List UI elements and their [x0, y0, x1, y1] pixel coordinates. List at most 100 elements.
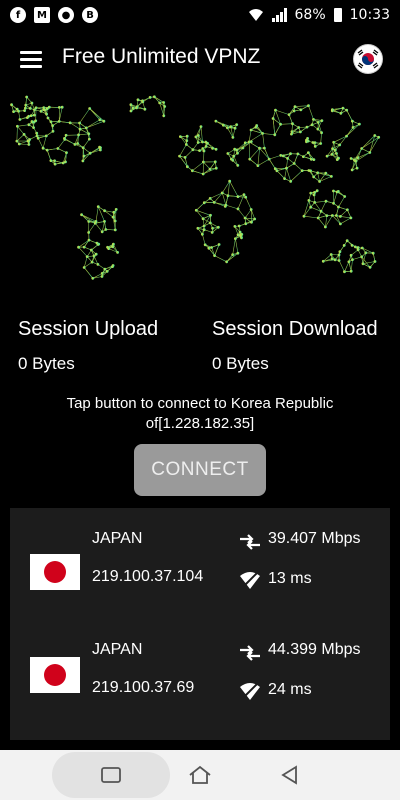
- map-node: [201, 172, 205, 176]
- map-link: [57, 148, 67, 153]
- map-node: [292, 109, 296, 113]
- map-node: [247, 140, 251, 144]
- map-node: [339, 215, 342, 218]
- map-node: [225, 260, 229, 264]
- map-node: [63, 137, 66, 140]
- map-node: [373, 260, 377, 263]
- map-node: [224, 203, 228, 207]
- server-country: JAPAN: [92, 530, 143, 547]
- battery-percent: 68%: [294, 7, 326, 23]
- map-node: [51, 129, 55, 133]
- map-node: [318, 180, 321, 183]
- server-row[interactable]: JAPAN 219.100.37.69 44.399 Mbps 24 ms: [10, 629, 390, 739]
- map-node: [201, 217, 205, 221]
- map-link: [275, 109, 290, 115]
- map-node: [68, 121, 72, 125]
- map-node: [358, 122, 361, 126]
- map-node: [25, 95, 29, 99]
- map-node: [335, 152, 338, 155]
- map-node: [111, 265, 114, 268]
- map-node: [197, 134, 200, 137]
- map-node: [199, 125, 203, 128]
- map-link: [233, 155, 239, 166]
- map-node: [87, 231, 91, 234]
- map-node: [24, 103, 28, 107]
- back-icon[interactable]: [278, 764, 302, 786]
- map-node: [350, 168, 354, 172]
- map-node: [10, 103, 14, 107]
- map-node: [316, 171, 320, 175]
- home-icon[interactable]: [188, 764, 212, 786]
- app-title: Free Unlimited VPNZ: [62, 45, 261, 68]
- map-node: [39, 109, 43, 113]
- map-node: [77, 245, 80, 249]
- map-link: [57, 139, 66, 149]
- map-node: [283, 177, 286, 180]
- map-node: [53, 159, 56, 163]
- map-link: [192, 161, 204, 171]
- map-link: [317, 217, 326, 228]
- map-node: [332, 140, 336, 144]
- connect-hint-text: Tap button to connect to Korea Republic …: [66, 395, 334, 432]
- map-node: [94, 220, 98, 223]
- recents-icon[interactable]: [99, 764, 123, 786]
- map-node: [201, 140, 204, 144]
- map-link: [83, 267, 94, 279]
- map-node: [368, 151, 372, 154]
- map-node: [80, 213, 83, 217]
- map-node: [254, 125, 258, 129]
- map-node: [58, 106, 61, 109]
- world-map-network: [10, 95, 381, 280]
- map-link: [333, 191, 338, 204]
- map-link: [248, 141, 251, 160]
- map-node: [217, 243, 221, 246]
- map-node: [300, 169, 304, 172]
- map-link: [352, 256, 362, 260]
- map-node: [226, 152, 230, 155]
- server-row[interactable]: JAPAN 219.100.37.104 39.407 Mbps 13 ms: [10, 518, 390, 628]
- map-node: [238, 230, 242, 234]
- map-node: [316, 121, 320, 124]
- map-node: [243, 216, 247, 220]
- map-node: [112, 242, 115, 246]
- map-node: [312, 193, 316, 197]
- map-node: [226, 126, 229, 130]
- status-bar: f M ● B 68% 10:33: [0, 0, 400, 30]
- map-node: [35, 131, 39, 135]
- map-node: [267, 157, 271, 161]
- map-link: [184, 149, 194, 158]
- map-link: [340, 217, 352, 225]
- map-node: [242, 193, 246, 196]
- connect-button[interactable]: CONNECT: [134, 444, 266, 496]
- map-node: [345, 134, 348, 138]
- map-node: [313, 145, 317, 148]
- map-node: [98, 118, 102, 122]
- map-node: [207, 246, 211, 250]
- status-bar-notifications: f M ● B: [10, 7, 98, 23]
- map-link: [320, 132, 322, 144]
- map-node: [202, 228, 206, 232]
- system-navigation-bar: [0, 750, 400, 800]
- map-node: [249, 208, 253, 211]
- map-link: [196, 202, 205, 211]
- map-node: [51, 124, 55, 127]
- map-node: [102, 119, 106, 123]
- map-node: [313, 201, 317, 204]
- map-node: [45, 112, 48, 116]
- map-node: [64, 133, 68, 137]
- map-link: [257, 148, 260, 166]
- map-link: [320, 201, 327, 212]
- map-link: [89, 108, 101, 121]
- korea-flag-icon[interactable]: [354, 45, 382, 73]
- hamburger-menu-icon[interactable]: [20, 51, 42, 69]
- map-link: [344, 261, 350, 272]
- map-node: [183, 156, 187, 159]
- map-node: [305, 125, 309, 129]
- map-node: [88, 107, 92, 110]
- map-node: [354, 245, 357, 249]
- map-node: [85, 255, 89, 258]
- map-node: [368, 265, 372, 269]
- map-node: [35, 134, 39, 138]
- map-node: [338, 143, 342, 147]
- map-node: [96, 205, 100, 208]
